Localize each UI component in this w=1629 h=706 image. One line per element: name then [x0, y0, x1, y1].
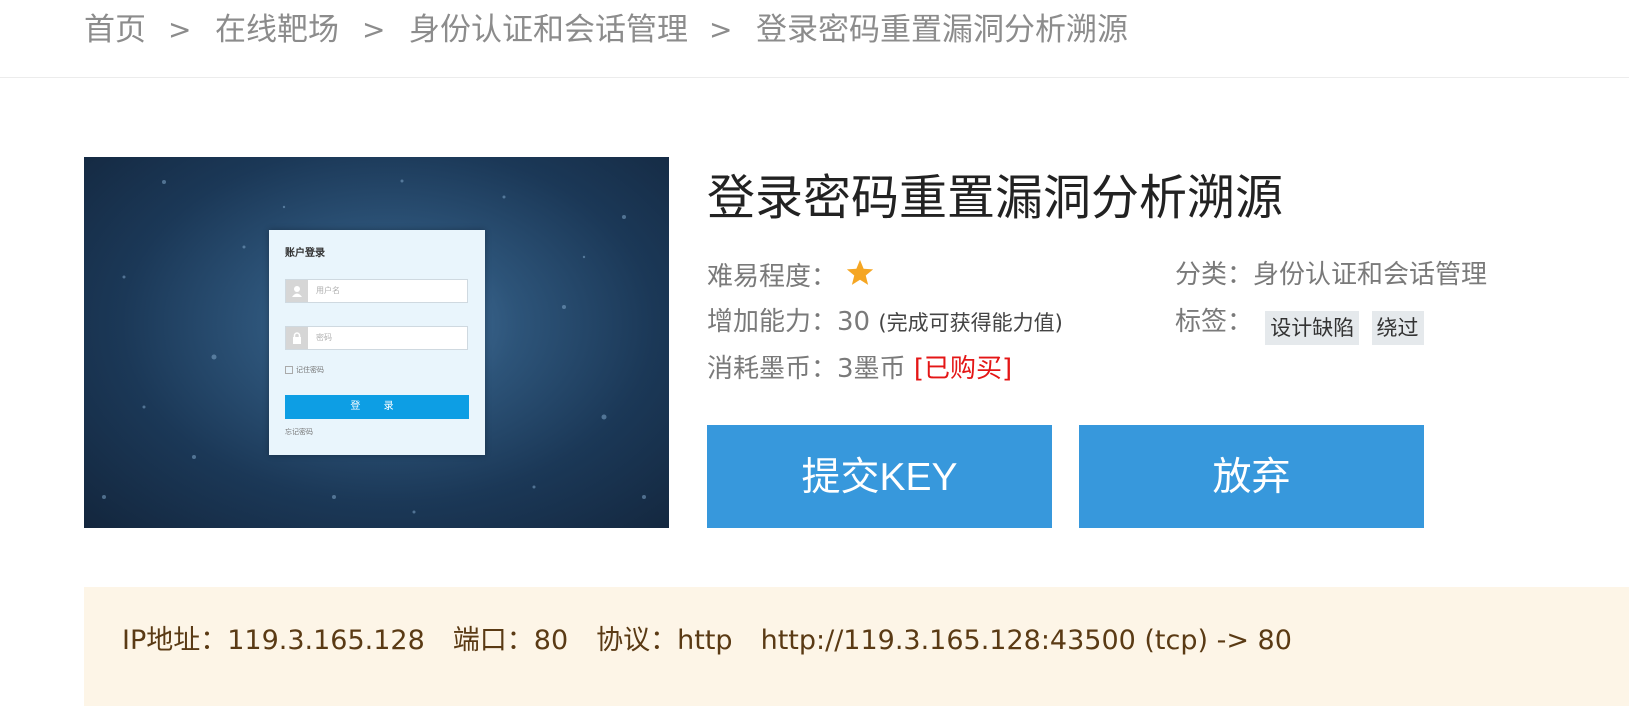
lock-icon [286, 327, 308, 349]
password-field-preview: 密码 [285, 326, 468, 350]
login-button-preview: 登 录 [285, 395, 469, 419]
remember-checkbox-preview: 记住密码 [285, 365, 324, 375]
category-row: 分类：身份认证和会话管理 [1175, 258, 1487, 292]
breadcrumb-separator: > [362, 13, 386, 46]
challenge-title: 登录密码重置漏洞分析溯源 [707, 170, 1284, 226]
protocol: 协议：http [596, 625, 733, 656]
difficulty-label: 难易程度： [707, 262, 838, 292]
breadcrumb-current: 登录密码重置漏洞分析溯源 [756, 12, 1128, 48]
checkbox-icon [285, 366, 293, 374]
tag-chip[interactable]: 设计缺陷 [1265, 311, 1360, 345]
ability-label: 增加能力： [707, 307, 838, 337]
breadcrumb-range[interactable]: 在线靶场 [215, 10, 339, 50]
tags-label: 标签： [1175, 307, 1254, 337]
breadcrumb: 首页 > 在线靶场 > 身份认证和会话管理 > 登录密码重置漏洞分析溯源 [0, 0, 1629, 78]
ip-address: IP地址：119.3.165.128 [122, 625, 425, 656]
port: 端口：80 [452, 625, 569, 656]
login-card-preview: 账户登录 用户名 密码 记住密码 登 录 忘记密码 [269, 230, 485, 455]
submit-key-button[interactable]: 提交KEY [707, 425, 1052, 528]
password-placeholder: 密码 [316, 333, 332, 342]
breadcrumb-category[interactable]: 身份认证和会话管理 [409, 10, 688, 50]
breadcrumb-separator: > [168, 13, 192, 46]
ability-row: 增加能力：30 (完成可获得能力值) [707, 305, 1063, 340]
username-placeholder: 用户名 [316, 286, 340, 295]
login-card-title: 账户登录 [285, 248, 325, 259]
category-value: 身份认证和会话管理 [1253, 260, 1488, 290]
difficulty-row: 难易程度： [707, 258, 875, 294]
ability-value: 30 [837, 307, 871, 337]
tag-chip[interactable]: 绕过 [1371, 311, 1424, 345]
cost-value: 3墨币 [837, 354, 906, 384]
challenge-thumbnail: 账户登录 用户名 密码 记住密码 登 录 忘记密码 [84, 157, 669, 528]
forgot-link-preview: 忘记密码 [285, 428, 313, 436]
abandon-button[interactable]: 放弃 [1079, 425, 1424, 528]
breadcrumb-home[interactable]: 首页 [84, 10, 146, 50]
connection-info: IP地址：119.3.165.128 端口：80 协议：http http://119… [122, 623, 1320, 659]
star-icon [847, 259, 874, 285]
connection-url[interactable]: http://119.3.165.128:43500 (tcp) -> 80 [761, 625, 1292, 656]
category-label: 分类： [1175, 260, 1254, 290]
breadcrumb-separator: > [709, 13, 733, 46]
tags-row: 标签： 设计缺陷 绕过 [1175, 305, 1424, 345]
user-icon [286, 280, 308, 302]
cost-label: 消耗墨币： [707, 354, 838, 384]
connection-info-panel: IP地址：119.3.165.128 端口：80 协议：http http://119… [84, 587, 1629, 706]
cost-row: 消耗墨币：3墨币 [已购买] [707, 352, 1012, 386]
purchase-status: [已购买] [913, 354, 1013, 384]
ability-note: (完成可获得能力值) [878, 311, 1063, 335]
username-field-preview: 用户名 [285, 279, 468, 303]
